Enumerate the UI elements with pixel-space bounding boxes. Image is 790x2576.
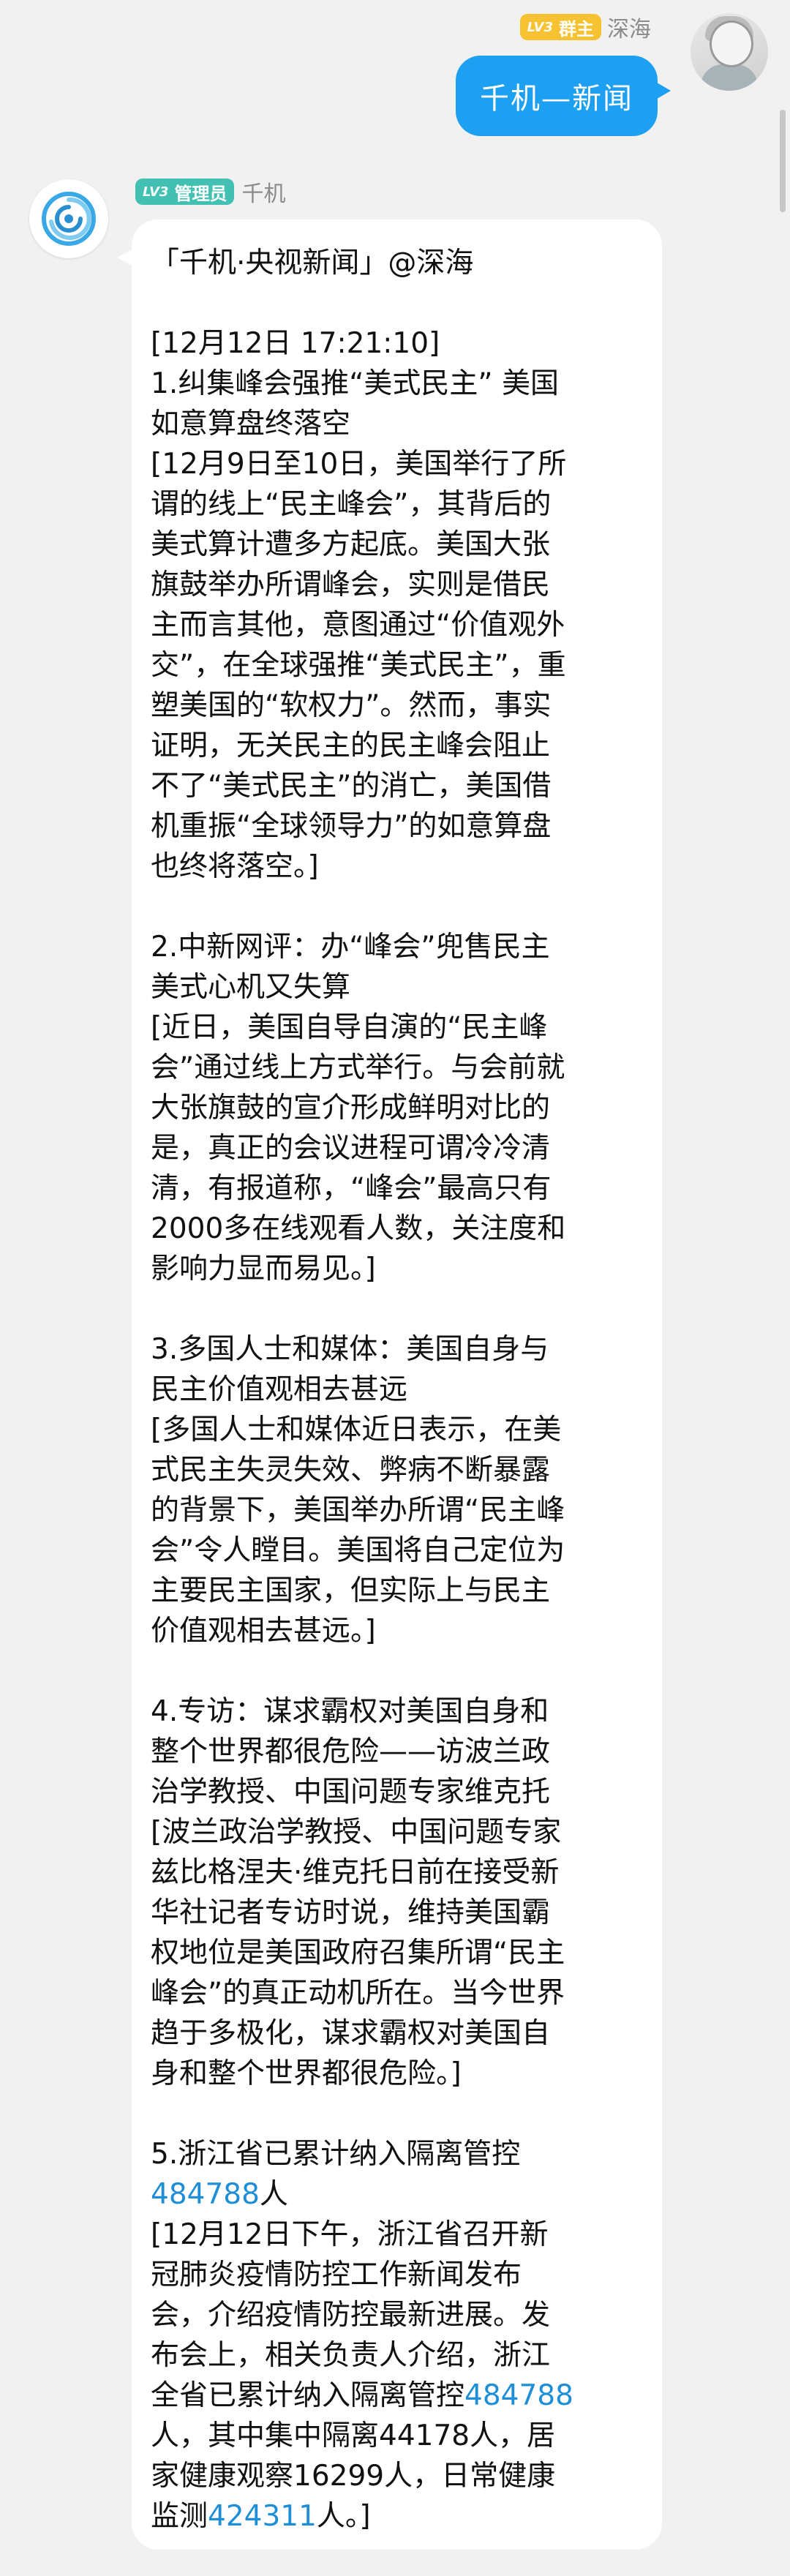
message-line: 会”通过线上方式举行。与会前就 [151,1051,565,1084]
message-line: 2.中新网评：办“峰会”兜售民主 [151,931,550,964]
avatar-head-shape [710,20,753,67]
message-line: 如意算盘终落空 [151,408,351,440]
message-line: [12月9日至10日，美国举行了所 [151,448,567,481]
message-line: 主要民主国家，但实际上与民主 [151,1574,551,1607]
message-line: 兹比格涅夫·维克托日前在接受新 [151,1856,560,1889]
message-line: 人，其中集中隔离44178人，居 [151,2419,556,2452]
message-line: 会”令人瞠目。美国将自己定位为 [151,1534,565,1567]
message-line: 会，介绍疫情防控最新进展。发 [151,2299,551,2332]
message-line: [多国人士和媒体近日表示，在美 [151,1413,562,1446]
text-span: 人。] [316,2500,371,2533]
message-line: 家健康观察16299人，日常健康 [151,2460,556,2493]
level-label: LV3 [527,19,553,35]
message-line: 冠肺炎疫情防控工作新闻发布 [151,2258,522,2291]
owner-badge: LV3 群主 [519,14,601,40]
message-line: 3.多国人士和媒体：美国自身与 [151,1333,549,1366]
message-line: 整个世界都很危险——访波兰政 [151,1735,551,1768]
message-line: 谓的线上“民主峰会”，其背后的 [151,488,552,521]
message-line: 也终将落空。] [151,850,319,883]
bot-avatar[interactable] [29,179,108,258]
message-line: 治学教授、中国问题专家维克托 [151,1776,551,1809]
message-line: 监测424311人。] [151,2496,642,2536]
message-line: 交”，在全球强推“美式民主”，重 [151,649,566,682]
admin-badge: LV3 管理员 [135,179,235,205]
message-line: 机重振“全球领导力”的如意算盘 [151,810,552,843]
user-avatar[interactable] [691,13,768,91]
message-body: 「千机·央视新闻」@深海 [12月12日 17:21:10] 1.纠集峰会强推“美式… [151,243,642,2174]
message-line: 民主价值观相去甚远 [151,1373,408,1406]
outgoing-sender-meta: LV3 群主 深海 [519,10,651,44]
message-line: 美式算计遭多方起底。美国大张 [151,528,551,561]
message-line: 美式心机又失算 [151,971,351,1004]
message-line: 1.纠集峰会强推“美式民主” 美国 [151,367,560,400]
message-line: 塑美国的“软权力”。然而，事实 [151,689,552,722]
message-line: 华社记者专访时说，维持美国霸 [151,1896,551,1929]
message-line: 影响力显而易见。] [151,1253,376,1285]
role-label: 管理员 [174,183,227,204]
message-line: 4.专访：谋求霸权对美国自身和 [151,1695,549,1728]
text-span: 全省已累计纳入隔离管控 [151,2379,465,2412]
level-label: LV3 [143,184,169,200]
message-line: 身和整个世界都很危险。] [151,2057,462,2090]
message-line: 不了“美式民主”的消亡，美国借 [151,770,552,803]
message-line: 主而言其他，意图通过“价值观外 [151,609,565,642]
message-line: 布会上，相关负责人介绍，浙江 [151,2339,551,2372]
message-line: 大张旗鼓的宣介形成鲜明对比的 [151,1092,551,1124]
message-line: 价值观相去甚远。] [151,1615,376,1648]
swirl-logo-icon [42,192,96,246]
role-label: 群主 [559,18,594,40]
incoming-sender-meta: LV3 管理员 千机 [135,176,285,208]
message-line: [12月12日下午，浙江省召开新 [151,2218,549,2251]
scrollbar[interactable] [780,110,786,212]
message-line: 清，有报道称，“峰会”最高只有 [151,1172,552,1205]
message-line: 5.浙江省已累计纳入隔离管控 [151,2138,521,2171]
text-span: 监测 [151,2500,208,2533]
message-line: [近日，美国自导自演的“民主峰 [151,1011,548,1044]
message-line: 权地位是美国政府召集所谓“民主 [151,1937,565,1969]
sender-name[interactable]: 千机 [241,176,285,208]
incoming-message-bubble[interactable]: 「千机·央视新闻」@深海 [12月12日 17:21:10] 1.纠集峰会强推“美式… [117,219,662,2550]
message-line: [波兰政治学教授、中国问题专家 [151,1816,562,1849]
sender-name[interactable]: 深海 [607,11,651,43]
message-line: 「千机·央视新闻」@深海 [151,247,474,279]
message-line: [12月12日 17:21:10] [151,327,440,360]
message-line: 旗鼓举办所谓峰会，实则是借民 [151,568,551,601]
message-line: 2000多在线观看人数，关注度和 [151,1212,566,1245]
outgoing-message-text: 千机—新闻 [480,82,633,116]
avatar-body-shape [701,64,758,91]
message-line: 是，真正的会议进程可谓冷冷清 [151,1132,551,1165]
text-span: 人 [259,2178,288,2211]
message-line: 式民主失灵失效、弊病不断暴露 [151,1454,551,1487]
message-line: 峰会”的真正动机所在。当今世界 [151,1977,565,2010]
number-link[interactable]: 484788 [151,2178,260,2211]
number-link[interactable]: 484788 [464,2379,573,2412]
outgoing-message-bubble[interactable]: 千机—新闻 [456,56,671,136]
number-link[interactable]: 424311 [208,2500,317,2533]
message-line: 全省已累计纳入隔离管控484788 [151,2376,642,2416]
message-line: 趋于多极化，谋求霸权对美国自 [151,2017,551,2050]
message-line: 484788人 [151,2174,642,2215]
message-line: 证明，无关民主的民主峰会阻止 [151,729,551,762]
message-line: 的背景下，美国举办所谓“民主峰 [151,1494,565,1527]
